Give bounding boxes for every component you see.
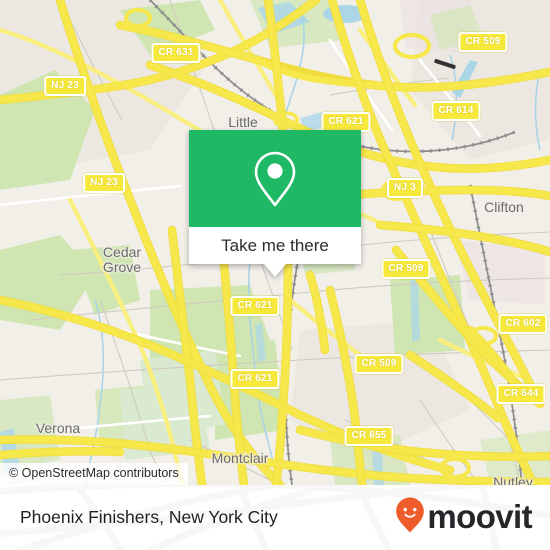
road-shield: CR 631	[151, 43, 201, 63]
moovit-logo[interactable]: moovit	[395, 496, 533, 539]
moovit-smiley-pin-icon	[395, 496, 425, 539]
place-label: Nutley	[493, 474, 533, 485]
place-label: Cedar Grove	[102, 244, 142, 275]
take-me-there-button[interactable]: Take me there	[189, 227, 361, 264]
moovit-wordmark: moovit	[427, 498, 532, 535]
road-shield: CR 621	[230, 369, 280, 389]
place-label: Verona	[35, 420, 81, 436]
osm-attribution[interactable]: © OpenStreetMap contributors	[0, 463, 188, 485]
road-shield: CR 509	[381, 259, 431, 279]
place-label: Clifton	[484, 199, 524, 215]
road-shield: CR 509	[458, 32, 508, 52]
road-shield: CR 614	[431, 101, 481, 121]
place-popup[interactable]: Take me there	[189, 130, 361, 277]
popup-tail	[264, 264, 286, 277]
road-shield: NJ 23	[83, 173, 125, 193]
road-shield: CR 621	[321, 112, 371, 132]
road-shield: CR 621	[230, 296, 280, 316]
road-shield: CR 655	[344, 426, 394, 446]
road-shield: CR 509	[354, 354, 404, 374]
road-shield: CR 644	[496, 384, 546, 404]
map-pin-icon	[253, 150, 297, 208]
place-title: Phoenix Finishers, New York City	[20, 507, 278, 527]
road-shield: CR 602	[498, 314, 548, 334]
moovit-place-card: .park{fill:#cfe6b2;} .park2{fill:#d9ead0…	[0, 0, 550, 550]
take-me-there-label: Take me there	[221, 235, 329, 255]
place-label: Montclair	[211, 450, 269, 466]
popup-header	[189, 130, 361, 227]
place-label: Little	[228, 114, 258, 130]
road-shield: NJ 23	[44, 76, 86, 96]
footer-bar: Phoenix Finishers, New York City moovit	[0, 485, 550, 550]
road-shield: NJ 3	[387, 178, 423, 198]
